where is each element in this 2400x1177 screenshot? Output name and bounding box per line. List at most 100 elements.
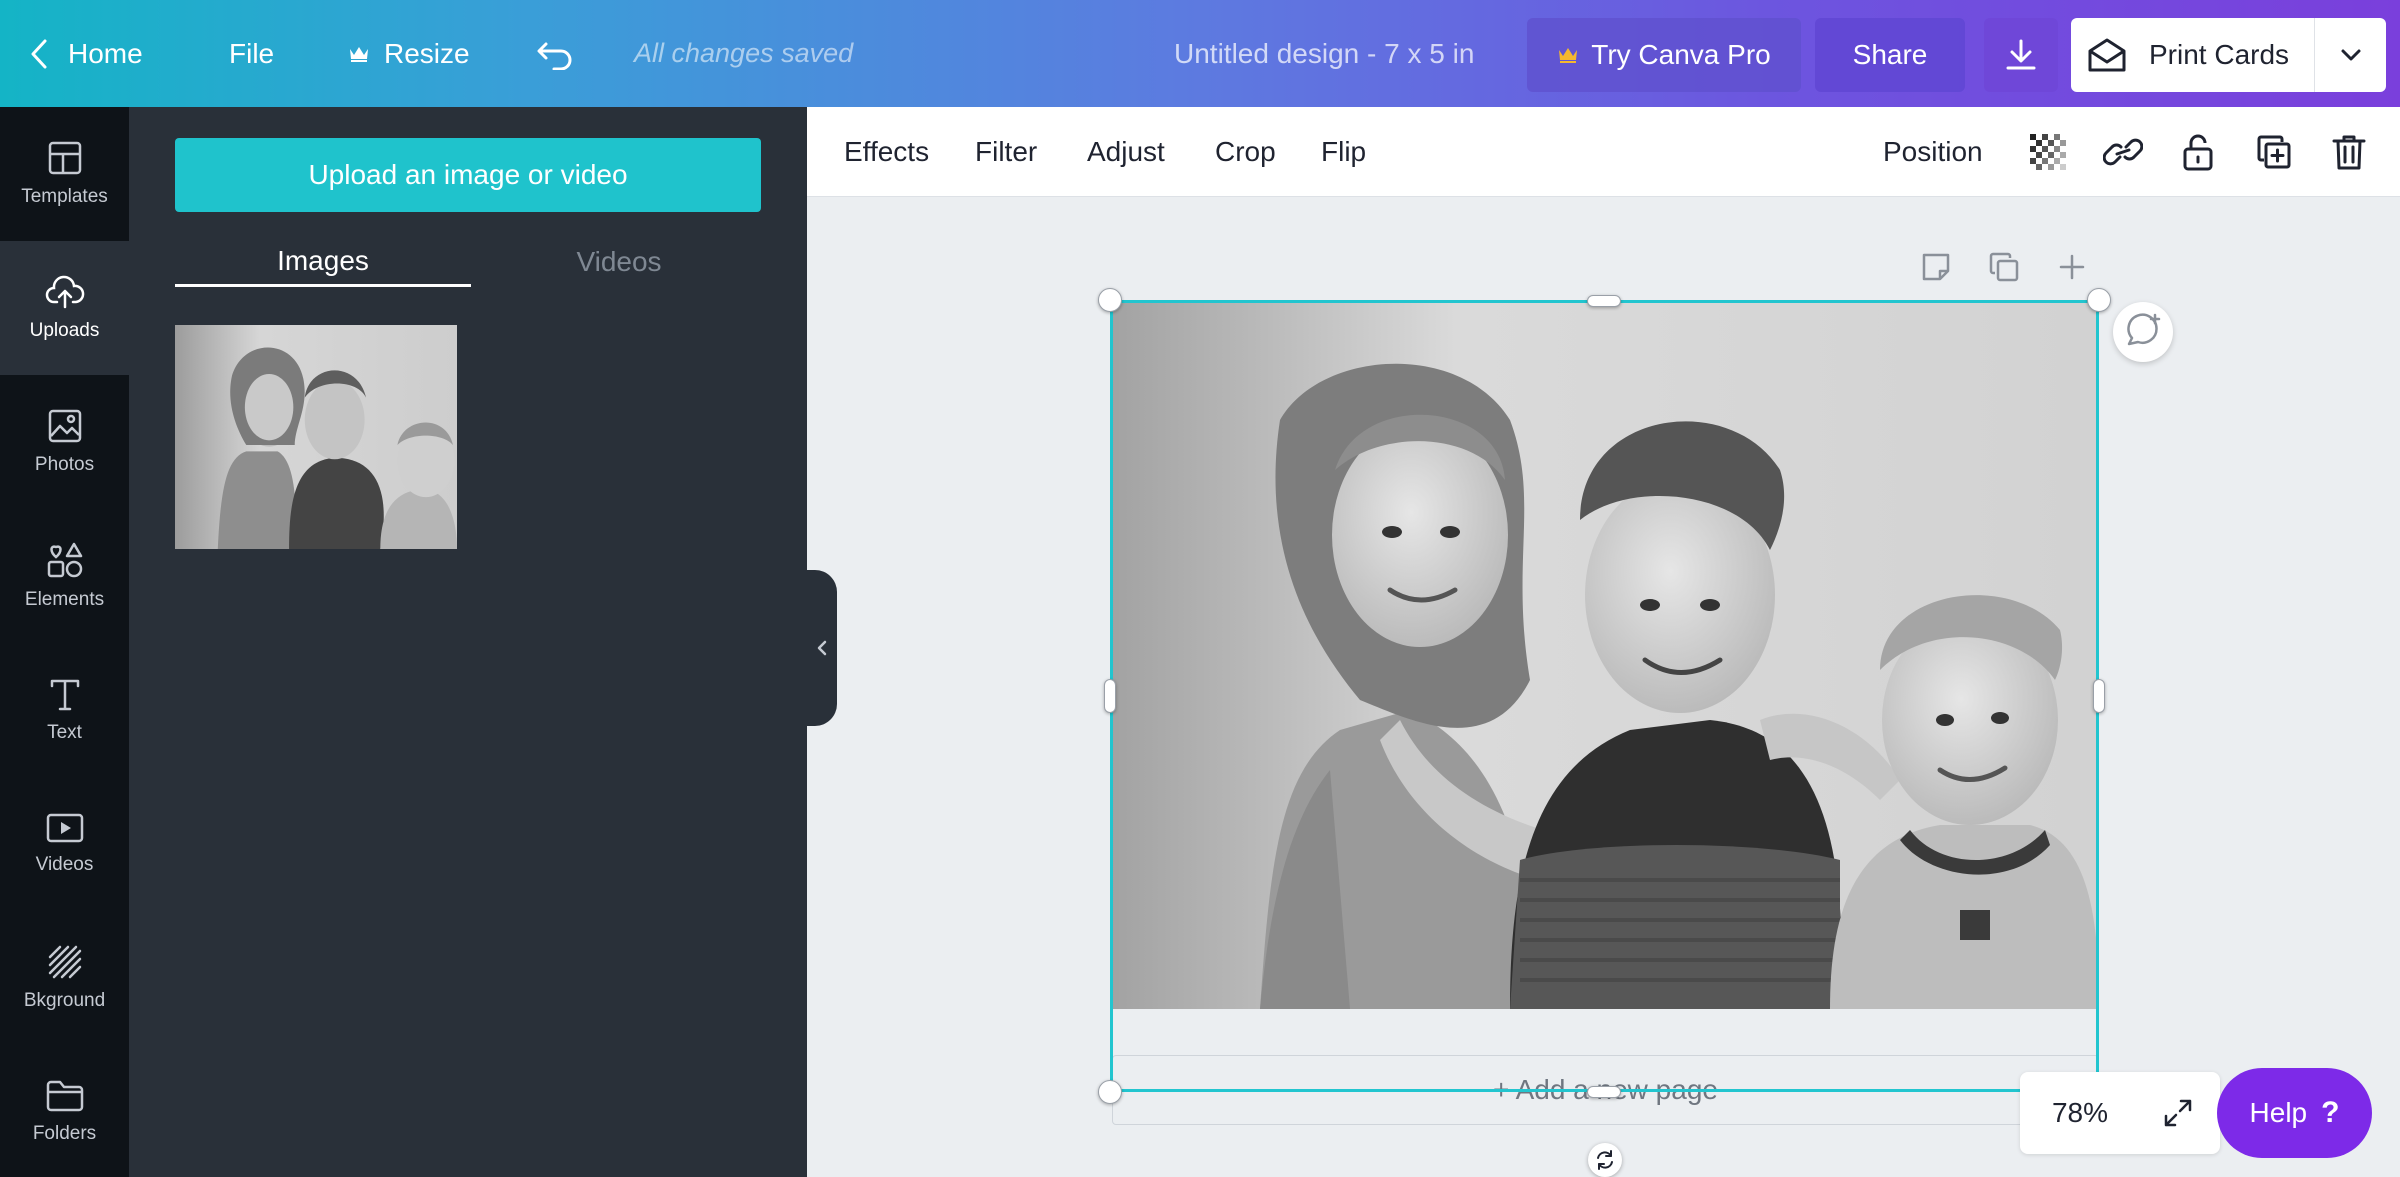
sidebar-item-label: Text — [47, 722, 82, 743]
comment-plus-icon — [2127, 313, 2161, 346]
tab-videos[interactable]: Videos — [471, 237, 767, 287]
upload-cloud-icon — [45, 275, 84, 309]
resize-label: Resize — [384, 37, 470, 69]
filter-button[interactable]: Filter — [975, 107, 1037, 197]
design-page[interactable] — [1110, 300, 2099, 1009]
rotate-handle[interactable] — [1588, 1143, 1622, 1177]
transparency-checker-icon — [2030, 134, 2066, 170]
sidebar-item-label: Folders — [32, 1123, 97, 1144]
chevron-left-icon — [817, 640, 827, 656]
lock-icon — [2183, 134, 2213, 171]
resize-handle-bottom-left[interactable] — [1098, 1080, 1122, 1104]
share-button[interactable]: Share — [1815, 18, 1965, 92]
transparency-button[interactable] — [2024, 128, 2072, 176]
copy-icon — [1989, 252, 2019, 282]
resize-handle-bottom[interactable] — [1587, 1086, 1621, 1098]
resize-handle-top-right[interactable] — [2087, 288, 2111, 312]
try-pro-label: Try Canva Pro — [1591, 39, 1771, 70]
sidebar-item-label: Bkground — [23, 990, 106, 1011]
crown-icon — [1559, 48, 1578, 63]
sidebar-item-label: Uploads — [29, 320, 100, 341]
folder-icon — [46, 1080, 83, 1112]
resize-handle-top[interactable] — [1587, 295, 1621, 307]
duplicate-page-button[interactable] — [1982, 245, 2026, 289]
help-button[interactable]: Help ? — [2217, 1068, 2372, 1158]
uploaded-image-thumbnail[interactable] — [175, 325, 457, 549]
templates-icon — [48, 141, 81, 175]
crop-button[interactable]: Crop — [1215, 107, 1276, 197]
print-options-dropdown[interactable] — [2314, 18, 2386, 92]
sidebar-item-label: Templates — [21, 186, 108, 207]
undo-button[interactable] — [536, 0, 576, 107]
sidebar-item-templates[interactable]: Templates — [0, 107, 129, 241]
elements-icon — [47, 542, 82, 578]
sidebar-item-label: Elements — [24, 589, 105, 610]
position-button[interactable]: Position — [1883, 107, 1983, 197]
print-envelope-icon — [2088, 38, 2126, 72]
chevron-down-icon — [2341, 49, 2360, 61]
note-icon — [1922, 253, 1950, 281]
home-label: Home — [68, 37, 143, 69]
uploads-panel: Upload an image or video Images Videos — [129, 107, 807, 1177]
home-button[interactable]: Home — [28, 0, 143, 107]
add-comment-button[interactable] — [2113, 302, 2173, 362]
sidebar-item-elements[interactable]: Elements — [0, 509, 129, 643]
print-label: Print Cards — [2149, 39, 2290, 70]
save-status: All changes saved — [634, 38, 854, 68]
video-icon — [46, 813, 83, 843]
resize-button[interactable]: Resize — [348, 0, 470, 107]
link-icon — [2103, 138, 2143, 166]
collapse-panel-button[interactable] — [807, 570, 837, 726]
try-canva-pro-button[interactable]: Try Canva Pro — [1527, 18, 1801, 92]
crown-icon — [350, 46, 368, 62]
delete-button[interactable] — [2325, 128, 2373, 176]
trash-icon — [2332, 135, 2366, 170]
selected-photo[interactable] — [1110, 300, 2099, 1009]
file-label: File — [229, 37, 275, 69]
add-page-button[interactable] — [2050, 245, 2094, 289]
question-mark-icon: ? — [2321, 1096, 2340, 1129]
lock-button[interactable] — [2174, 128, 2222, 176]
zoom-control: 78% — [2020, 1072, 2220, 1154]
add-note-button[interactable] — [1914, 245, 1958, 289]
rotate-icon — [1597, 1150, 1613, 1170]
image-toolbar: Effects Filter Adjust Crop Flip Position — [807, 107, 2400, 197]
undo-icon — [537, 42, 572, 70]
sidebar-item-folders[interactable]: Folders — [0, 1045, 129, 1177]
file-menu-button[interactable]: File — [229, 0, 274, 107]
text-icon — [50, 679, 79, 711]
chevron-left-icon — [31, 39, 47, 68]
sidebar-item-photos[interactable]: Photos — [0, 375, 129, 509]
effects-button[interactable]: Effects — [844, 107, 929, 197]
photo-icon — [48, 409, 81, 443]
adjust-button[interactable]: Adjust — [1087, 107, 1165, 197]
background-icon — [48, 945, 81, 979]
zoom-level[interactable]: 78% — [2030, 1072, 2130, 1154]
duplicate-icon — [2257, 135, 2291, 169]
duplicate-button[interactable] — [2250, 128, 2298, 176]
fullscreen-button[interactable] — [2154, 1089, 2202, 1137]
top-bar: Home File Resize All changes saved Untit… — [0, 0, 2400, 107]
uploaded-photo-thumbnail-image — [175, 325, 457, 549]
children-photo-image — [1110, 300, 2099, 1009]
tab-images[interactable]: Images — [175, 237, 471, 287]
left-sidebar: Templates Uploads Photos Elements Text V… — [0, 107, 129, 1177]
plus-icon — [2059, 254, 2085, 280]
resize-handle-left[interactable] — [1104, 679, 1116, 713]
share-label: Share — [1852, 39, 1928, 70]
help-label: Help — [2249, 1097, 2308, 1128]
sidebar-item-uploads[interactable]: Uploads — [0, 241, 129, 375]
sidebar-item-videos[interactable]: Videos — [0, 777, 129, 911]
upload-media-button[interactable]: Upload an image or video — [175, 138, 761, 212]
link-button[interactable] — [2099, 128, 2147, 176]
resize-handle-right[interactable] — [2093, 679, 2105, 713]
sidebar-item-background[interactable]: Bkground — [0, 911, 129, 1045]
resize-handle-top-left[interactable] — [1098, 288, 1122, 312]
document-title[interactable]: Untitled design - 7 x 5 in — [1174, 0, 1474, 107]
sidebar-item-label: Photos — [34, 454, 95, 475]
expand-icon — [2164, 1099, 2192, 1127]
download-button[interactable] — [1984, 18, 2058, 92]
flip-button[interactable]: Flip — [1321, 107, 1366, 197]
print-cards-button[interactable]: Print Cards — [2071, 18, 2314, 92]
sidebar-item-text[interactable]: Text — [0, 643, 129, 777]
